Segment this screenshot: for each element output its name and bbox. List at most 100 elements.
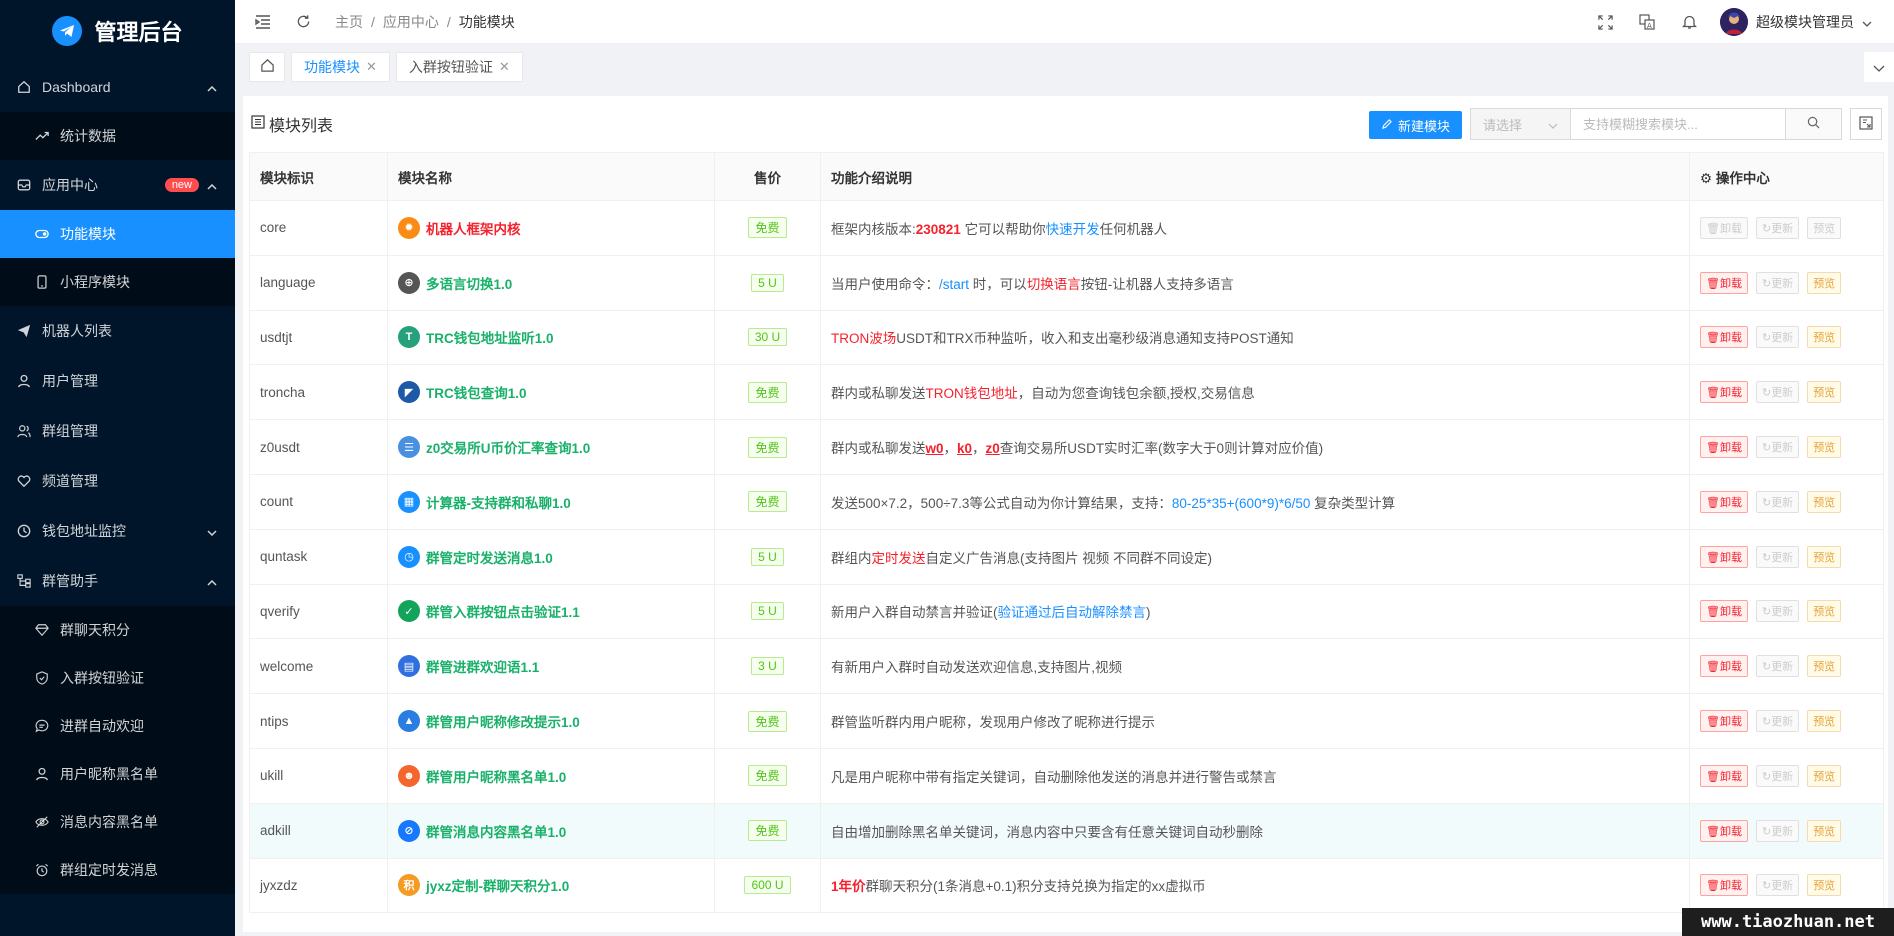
uninstall-button[interactable]: 🗑卸载 <box>1700 819 1748 842</box>
update-button[interactable]: ↻更新 <box>1755 819 1800 842</box>
update-button[interactable]: ↻更新 <box>1755 710 1800 733</box>
module-name[interactable]: ▦ 计算器-支持群和私聊1.0 <box>398 490 704 513</box>
uninstall-button[interactable]: 🗑卸载 <box>1700 655 1748 678</box>
module-name[interactable]: 积 jyxz定制-群聊天积分1.0 <box>398 874 704 897</box>
new-module-button[interactable]: 新建模块 <box>1368 111 1462 139</box>
price-cell: 5 U <box>714 254 821 311</box>
module-name[interactable]: T TRC钱包地址监听1.0 <box>398 326 704 349</box>
preview-button[interactable]: 预览 <box>1807 545 1842 568</box>
update-button[interactable]: ↻更新 <box>1755 436 1800 459</box>
description-segment: 复杂类型计算 <box>1310 495 1396 511</box>
module-name-text: jyxz定制-群聊天积分1.0 <box>426 879 570 895</box>
preview-button[interactable]: 预览 <box>1807 490 1842 513</box>
sidebar-item[interactable]: 用户管理 <box>0 356 235 406</box>
bell-icon[interactable] <box>1668 0 1710 44</box>
close-icon[interactable]: ✕ <box>366 59 377 75</box>
update-button[interactable]: ↻更新 <box>1755 764 1800 787</box>
update-button[interactable]: ↻更新 <box>1755 874 1800 897</box>
module-id: core <box>249 200 388 256</box>
preview-button[interactable]: 预览 <box>1807 600 1842 623</box>
module-name[interactable]: ✓ 群管入群按钮点击验证1.1 <box>398 600 704 623</box>
update-button[interactable]: ↻更新 <box>1755 326 1800 349</box>
sidebar-item[interactable]: 统计数据 <box>0 112 235 160</box>
preview-button[interactable]: 预览 <box>1807 710 1842 733</box>
preview-button[interactable]: 预览 <box>1807 216 1842 239</box>
uninstall-button[interactable]: 🗑卸载 <box>1700 271 1748 294</box>
sidebar-item[interactable]: 小程序模块 <box>0 258 235 306</box>
uninstall-button[interactable]: 🗑卸载 <box>1700 216 1748 239</box>
preview-button[interactable]: 预览 <box>1807 655 1842 678</box>
uninstall-button[interactable]: 🗑卸载 <box>1700 600 1748 623</box>
export-button[interactable] <box>1850 108 1882 140</box>
uninstall-button[interactable]: 🗑卸载 <box>1700 326 1748 349</box>
chevron-up-icon[interactable] <box>207 79 217 95</box>
sidebar-item[interactable]: 消息内容黑名单 <box>0 798 235 846</box>
uninstall-button[interactable]: 🗑卸载 <box>1700 874 1748 897</box>
sidebar-item[interactable]: 功能模块 <box>0 210 235 258</box>
tab-group-verify[interactable]: 入群按钮验证 ✕ <box>395 52 523 82</box>
search-input[interactable] <box>1571 109 1785 139</box>
breadcrumb-app-center[interactable]: 应用中心 <box>383 12 439 32</box>
preview-button[interactable]: 预览 <box>1807 271 1842 294</box>
description-segment: 群内或私聊发送 <box>831 386 926 402</box>
chevron-up-icon[interactable] <box>207 573 217 589</box>
module-name[interactable]: ▲ 群管用户昵称修改提示1.0 <box>398 710 704 733</box>
module-name[interactable]: ▤ 群管进群欢迎语1.1 <box>398 655 704 678</box>
uninstall-button[interactable]: 🗑卸载 <box>1700 545 1748 568</box>
sidebar-item[interactable]: 群管助手 <box>0 556 235 606</box>
update-button[interactable]: ↻更新 <box>1755 216 1800 239</box>
update-button[interactable]: ↻更新 <box>1755 655 1800 678</box>
sidebar-item[interactable]: 入群按钮验证 <box>0 654 235 702</box>
search-button[interactable] <box>1785 109 1841 139</box>
sidebar-item[interactable]: Dashboard <box>0 62 235 112</box>
category-select[interactable]: 请选择 <box>1471 109 1571 139</box>
refresh-icon[interactable] <box>283 0 323 44</box>
preview-button[interactable]: 预览 <box>1807 874 1842 897</box>
chevron-down-icon[interactable] <box>207 523 217 539</box>
translate-icon[interactable]: A <box>1626 0 1668 44</box>
module-name[interactable]: ✹ 机器人框架内核 <box>398 216 704 239</box>
breadcrumb-home[interactable]: 主页 <box>335 12 363 32</box>
tabs-dropdown-button[interactable] <box>1864 52 1894 82</box>
update-button[interactable]: ↻更新 <box>1755 600 1800 623</box>
update-button[interactable]: ↻更新 <box>1755 381 1800 404</box>
uninstall-button[interactable]: 🗑卸载 <box>1700 490 1748 513</box>
update-button[interactable]: ↻更新 <box>1755 271 1800 294</box>
tab-function-modules[interactable]: 功能模块 ✕ <box>291 52 390 82</box>
user-menu[interactable]: 超级模块管理员 <box>1720 8 1872 36</box>
sidebar-item[interactable]: 用户昵称黑名单 <box>0 750 235 798</box>
tab-home[interactable] <box>249 52 285 82</box>
sidebar-item[interactable]: 群组定时发消息 <box>0 846 235 894</box>
sidebar-item[interactable]: 机器人列表 <box>0 306 235 356</box>
module-name[interactable]: ☰ z0交易所U币价汇率查询1.0 <box>398 436 704 459</box>
preview-button[interactable]: 预览 <box>1807 381 1842 404</box>
uninstall-button[interactable]: 🗑卸载 <box>1700 764 1748 787</box>
module-name[interactable]: ⊘ 群管消息内容黑名单1.0 <box>398 819 704 842</box>
sidebar-item[interactable]: 群组管理 <box>0 406 235 456</box>
menu-fold-icon[interactable] <box>243 0 283 44</box>
logo[interactable]: 管理后台 <box>0 0 235 62</box>
preview-button[interactable]: 预览 <box>1807 764 1842 787</box>
uninstall-button[interactable]: 🗑卸载 <box>1700 710 1748 733</box>
uninstall-button[interactable]: 🗑卸载 <box>1700 381 1748 404</box>
sidebar-item[interactable]: 应用中心 new <box>0 160 235 210</box>
module-name[interactable]: ⊕ 多语言切换1.0 <box>398 271 704 294</box>
sidebar-item[interactable]: 进群自动欢迎 <box>0 702 235 750</box>
module-name[interactable]: ◷ 群管定时发送消息1.0 <box>398 545 704 568</box>
chevron-up-icon[interactable] <box>207 177 217 193</box>
preview-button[interactable]: 预览 <box>1807 326 1842 349</box>
fullscreen-icon[interactable] <box>1584 0 1626 44</box>
uninstall-button[interactable]: 🗑卸载 <box>1700 436 1748 459</box>
module-name[interactable]: ☻ 群管用户昵称黑名单1.0 <box>398 764 704 787</box>
preview-button[interactable]: 预览 <box>1807 436 1842 459</box>
price-badge: 600 U <box>744 876 791 895</box>
module-name-cell: ✓ 群管入群按钮点击验证1.1 <box>387 583 715 640</box>
module-name[interactable]: ◤ TRC钱包查询1.0 <box>398 381 704 404</box>
preview-button[interactable]: 预览 <box>1807 819 1842 842</box>
sidebar-item[interactable]: 钱包地址监控 <box>0 506 235 556</box>
update-button[interactable]: ↻更新 <box>1755 490 1800 513</box>
update-button[interactable]: ↻更新 <box>1755 545 1800 568</box>
sidebar-item[interactable]: 频道管理 <box>0 456 235 506</box>
close-icon[interactable]: ✕ <box>499 59 510 75</box>
sidebar-item[interactable]: 群聊天积分 <box>0 606 235 654</box>
